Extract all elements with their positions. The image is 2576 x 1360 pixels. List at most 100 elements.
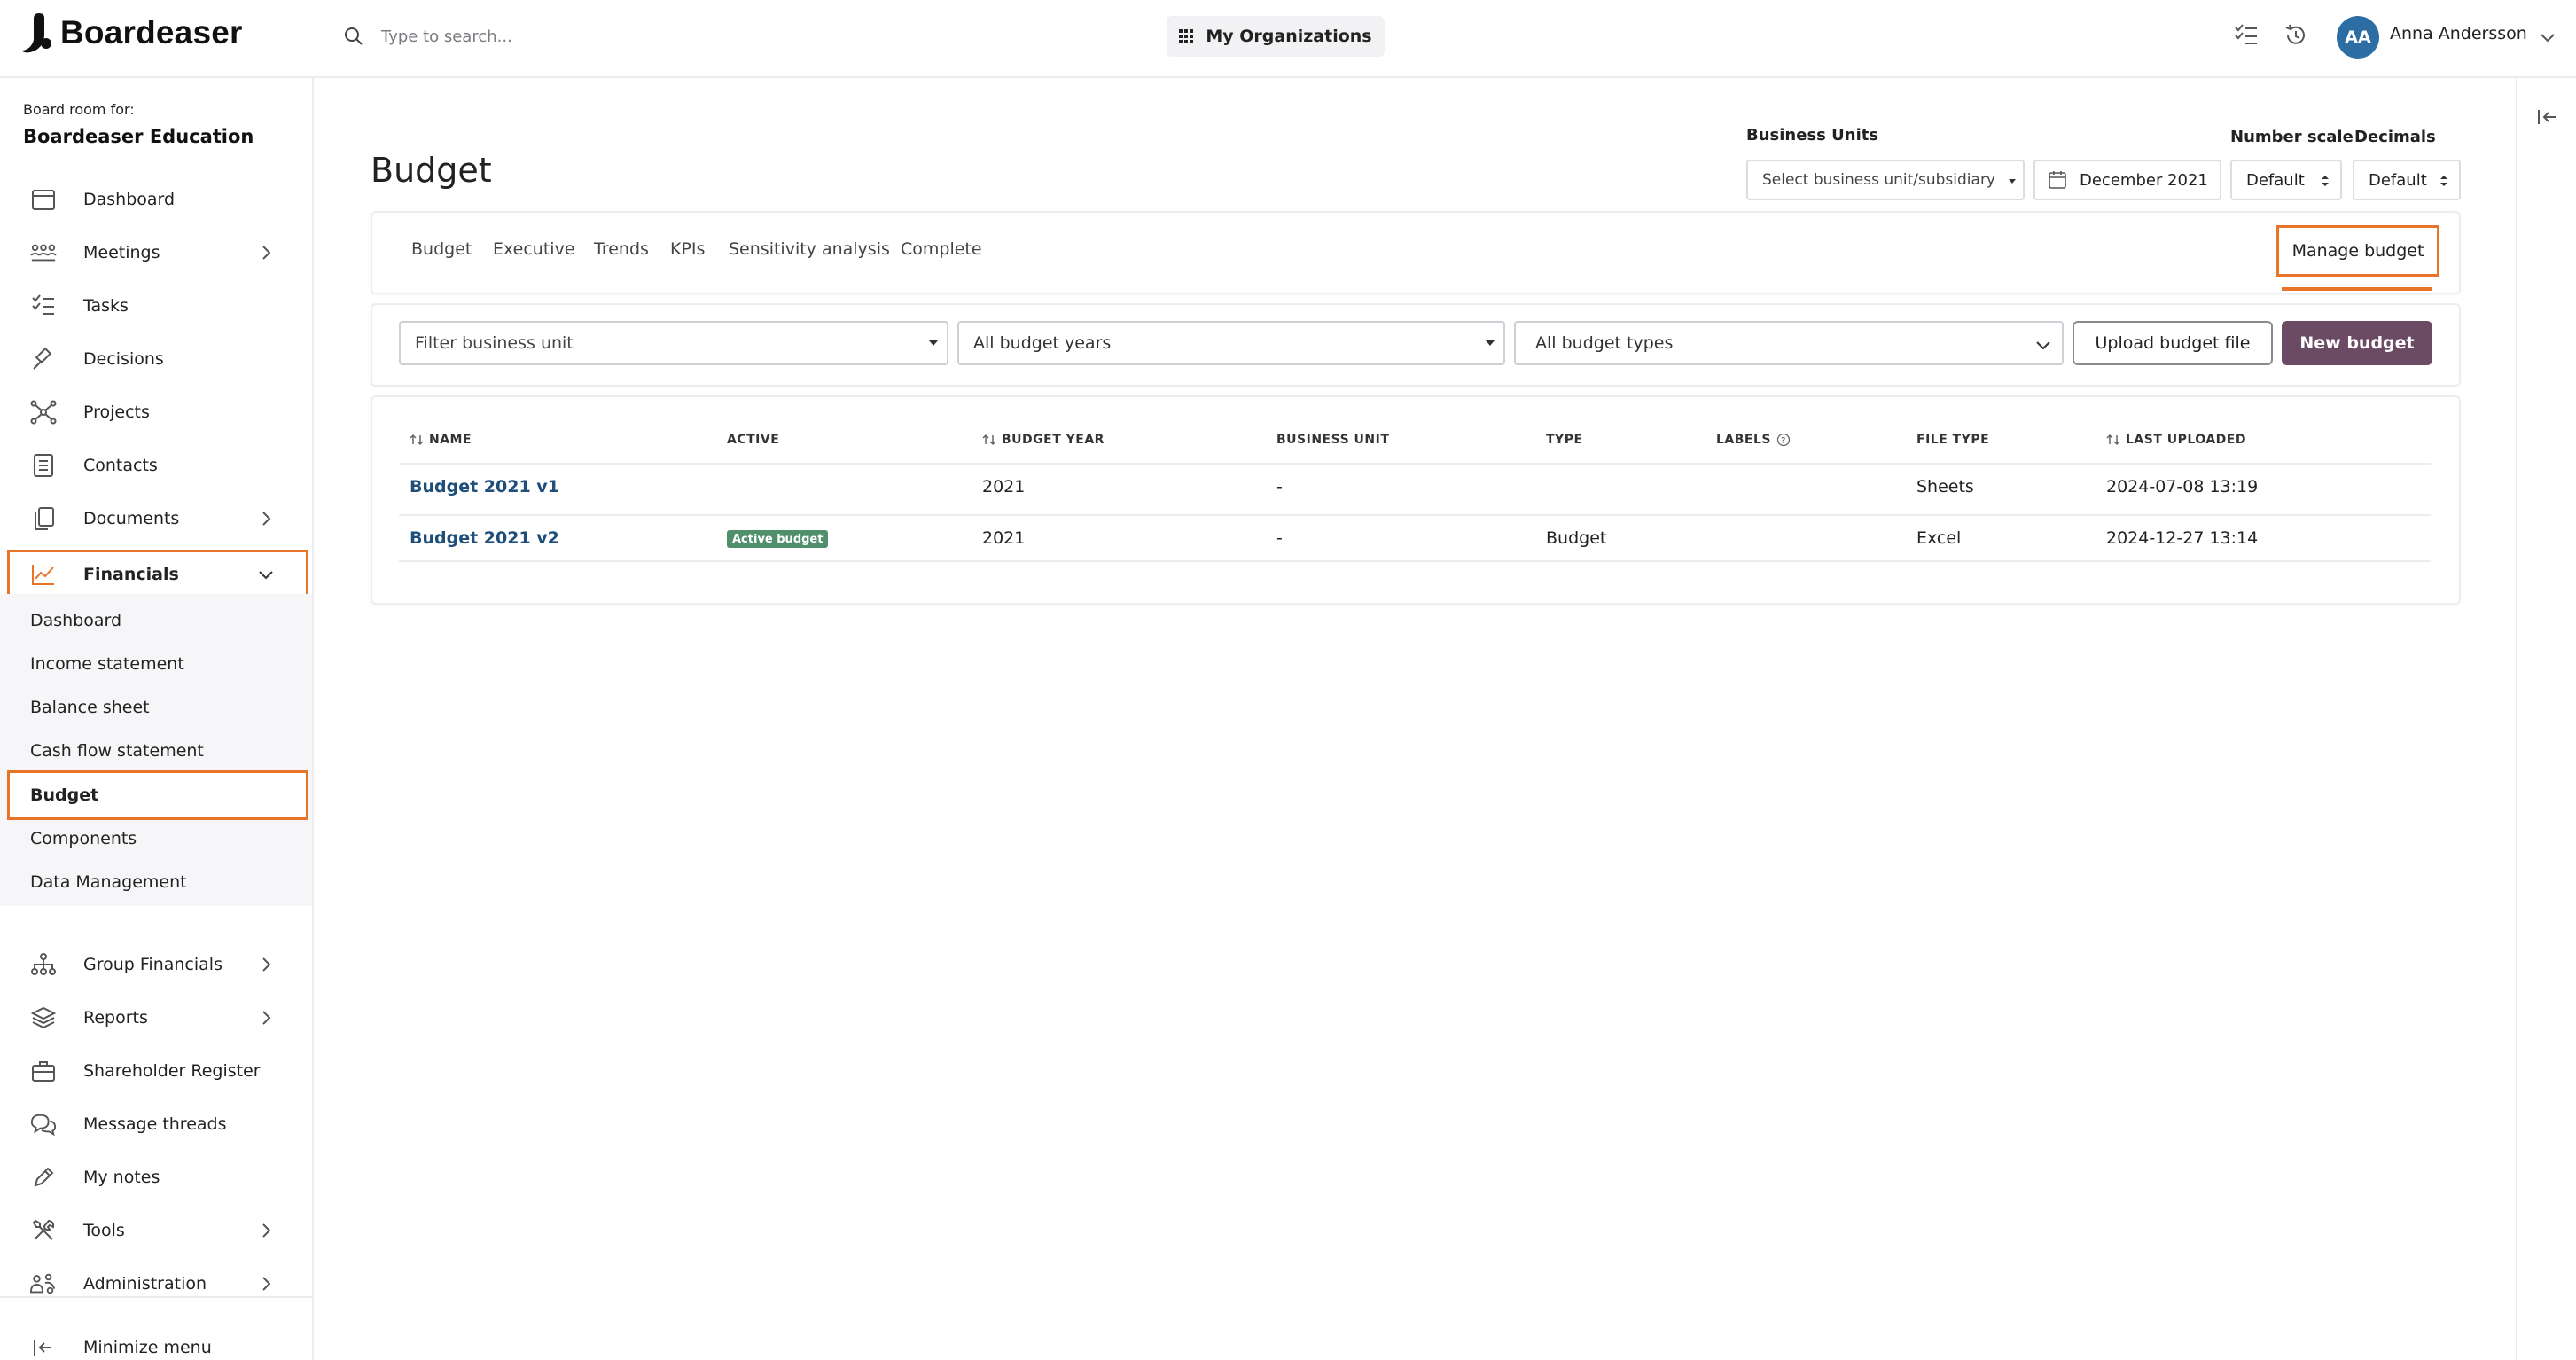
caret-down-icon xyxy=(1486,340,1495,346)
row-divider xyxy=(399,560,2431,562)
sidebar-item-tasks[interactable]: Tasks xyxy=(7,281,308,331)
tab-kpis[interactable]: KPIs xyxy=(670,239,705,259)
filter-budget-years-value: All budget years xyxy=(973,333,1112,353)
grid-icon xyxy=(1179,29,1194,43)
sidebar-item-label: Message threads xyxy=(83,1114,227,1134)
sidebar-item-meetings[interactable]: Meetings xyxy=(7,228,308,277)
submenu-item-label: Components xyxy=(30,829,137,848)
chevron-right-icon xyxy=(262,512,271,526)
sidebar-item-tools[interactable]: Tools xyxy=(7,1206,308,1255)
sidebar-item-decisions[interactable]: Decisions xyxy=(7,334,308,384)
sidebar-item-contacts[interactable]: Contacts xyxy=(7,441,308,490)
sort-icon xyxy=(982,434,996,446)
column-header-last-uploaded[interactable]: LAST UPLOADED xyxy=(2106,433,2246,447)
date-picker[interactable]: December 2021 xyxy=(2033,160,2221,200)
submenu-item-dashboard[interactable]: Dashboard xyxy=(7,598,308,644)
collapse-left-icon xyxy=(30,1335,57,1360)
my-organizations-button[interactable]: My Organizations xyxy=(1167,16,1385,57)
pencil-icon xyxy=(30,1165,57,1190)
budget-name-link[interactable]: Budget 2021 v1 xyxy=(410,477,559,496)
column-header-file-type: FILE TYPE xyxy=(1916,433,1989,447)
chevron-right-icon xyxy=(262,246,271,260)
sidebar-item-label: Tasks xyxy=(83,296,129,316)
new-budget-button[interactable]: New budget xyxy=(2282,321,2432,365)
sidebar: Board room for: Boardeaser Education Das… xyxy=(0,78,314,1360)
collapse-panel-icon[interactable] xyxy=(2535,105,2560,129)
sidebar-item-label: Financials xyxy=(83,565,179,584)
search-icon xyxy=(345,27,363,45)
sidebar-item-message-threads[interactable]: Message threads xyxy=(7,1099,308,1149)
sidebar-item-label: Documents xyxy=(83,509,180,528)
business-unit-select[interactable]: Select business unit/subsidiary xyxy=(1746,160,2025,200)
meeting-icon xyxy=(30,240,57,265)
tab-trends[interactable]: Trends xyxy=(594,239,649,259)
submenu-item-balance-sheet[interactable]: Balance sheet xyxy=(7,684,308,731)
sidebar-item-documents[interactable]: Documents xyxy=(7,494,308,543)
sidebar-item-financials[interactable]: Financials xyxy=(7,550,308,599)
sidebar-item-projects[interactable]: Projects xyxy=(7,387,308,437)
sidebar-item-shareholder-register[interactable]: Shareholder Register xyxy=(7,1046,308,1096)
task-list-icon[interactable] xyxy=(2230,20,2262,51)
submenu-item-label: Budget xyxy=(30,786,99,805)
tab-complete[interactable]: Complete xyxy=(901,239,982,259)
users-icon xyxy=(30,1271,57,1296)
search-input[interactable] xyxy=(381,27,824,46)
chevron-right-icon xyxy=(262,1223,271,1238)
column-header-label: ACTIVE xyxy=(727,433,780,447)
submenu-item-budget[interactable]: Budget xyxy=(7,770,308,820)
number-scale-select[interactable]: Default xyxy=(2230,160,2342,200)
column-header-labels: LABELS ? xyxy=(1716,433,1791,447)
submenu-item-cash-flow-statement[interactable]: Cash flow statement xyxy=(7,728,308,774)
date-picker-value: December 2021 xyxy=(2080,170,2208,190)
calendar-icon xyxy=(30,187,57,212)
submenu-item-income-statement[interactable]: Income statement xyxy=(7,641,308,687)
cell-last-uploaded: 2024-12-27 13:14 xyxy=(2106,528,2259,548)
column-header-active: ACTIVE xyxy=(727,433,779,447)
caret-down-icon xyxy=(929,340,938,346)
business-unit-select-value: Select business unit/subsidiary xyxy=(1762,171,1995,189)
tools-icon xyxy=(30,1218,57,1243)
sort-updown-icon xyxy=(2322,176,2329,186)
submenu-item-label: Data Management xyxy=(30,872,187,892)
user-name[interactable]: Anna Andersson xyxy=(2390,24,2527,43)
sidebar-item-dashboard[interactable]: Dashboard xyxy=(7,175,308,224)
help-icon[interactable]: ? xyxy=(1776,433,1791,447)
right-rail xyxy=(2516,78,2576,1360)
logo[interactable]: Boardeaser xyxy=(20,11,243,55)
filter-budget-types-select[interactable]: All budget types xyxy=(1514,321,2064,365)
filter-budget-types-value: All budget types xyxy=(1535,333,1674,353)
decimals-value: Default xyxy=(2369,170,2427,190)
tab-executive[interactable]: Executive xyxy=(493,239,575,259)
board-room-label: Board room for: xyxy=(23,101,135,118)
tab-budget[interactable]: Budget xyxy=(411,239,472,259)
sidebar-item-label: Reports xyxy=(83,1008,148,1028)
active-budget-badge: Active budget xyxy=(727,530,829,548)
tab-sensitivity-analysis[interactable]: Sensitivity analysis xyxy=(729,239,890,259)
submenu-item-data-management[interactable]: Data Management xyxy=(7,859,308,905)
sidebar-item-label: Dashboard xyxy=(83,190,176,209)
sort-icon xyxy=(2106,434,2120,446)
filter-budget-years-select[interactable]: All budget years xyxy=(957,321,1505,365)
cell-type: Budget xyxy=(1546,528,1607,548)
number-scale-value: Default xyxy=(2246,170,2305,190)
sidebar-item-label: Meetings xyxy=(83,243,160,262)
column-header-budget-year[interactable]: BUDGET YEAR xyxy=(982,433,1105,447)
submenu-item-components[interactable]: Components xyxy=(7,816,308,862)
upload-budget-file-button[interactable]: Upload budget file xyxy=(2073,321,2273,365)
manage-budget-tab[interactable]: Manage budget xyxy=(2276,225,2439,277)
chevron-down-icon[interactable] xyxy=(2537,27,2558,48)
column-header-name[interactable]: NAME xyxy=(410,433,472,447)
sidebar-item-my-notes[interactable]: My notes xyxy=(7,1153,308,1202)
avatar[interactable]: AA xyxy=(2337,16,2379,59)
network-icon xyxy=(30,400,57,425)
history-icon[interactable] xyxy=(2280,20,2312,51)
sidebar-item-administration[interactable]: Administration xyxy=(7,1259,308,1309)
budget-name-link[interactable]: Budget 2021 v2 xyxy=(410,528,559,548)
sidebar-item-reports[interactable]: Reports xyxy=(7,993,308,1043)
minimize-menu-button[interactable]: Minimize menu xyxy=(7,1323,308,1360)
sidebar-item-group-financials[interactable]: Group Financials xyxy=(7,940,308,989)
decimals-select[interactable]: Default xyxy=(2353,160,2461,200)
filter-business-unit-select[interactable]: Filter business unit xyxy=(399,321,948,365)
submenu-item-label: Cash flow statement xyxy=(30,741,204,761)
number-scale-label: Number scale xyxy=(2230,128,2354,146)
